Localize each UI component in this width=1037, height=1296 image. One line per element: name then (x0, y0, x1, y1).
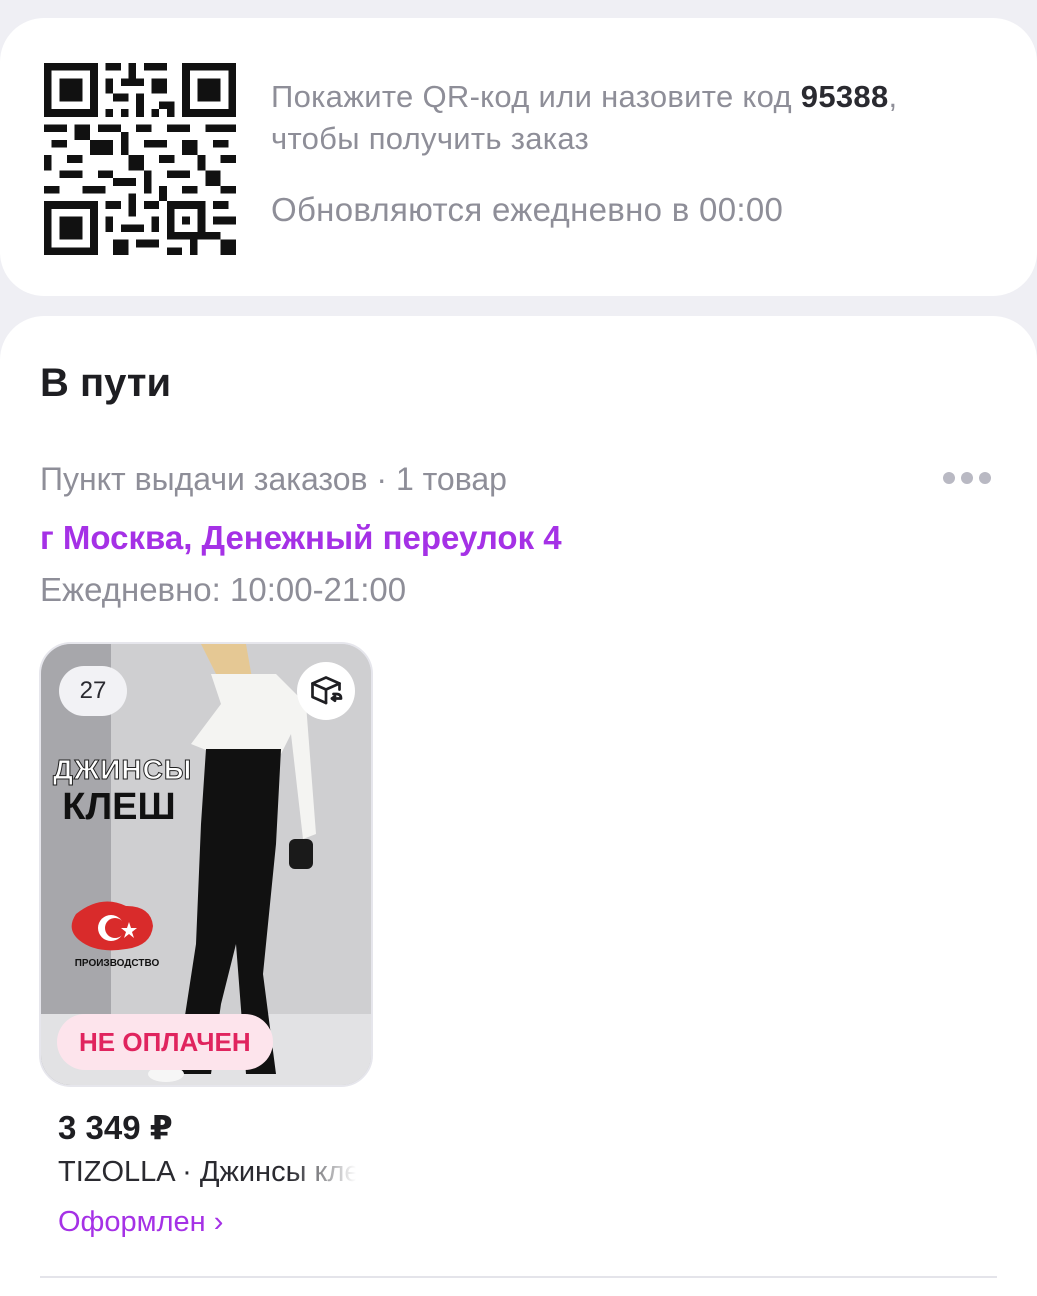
pickup-meta: Пункт выдачи заказов · 1 товар (40, 461, 507, 497)
orders-card: В пути Пункт выдачи заказов · 1 товар г … (0, 316, 1037, 1296)
promo-text-made-in: ПРОИЗВОДСТВО (74, 958, 160, 969)
instruction-prefix: Покажите QR-код или назовите код (271, 79, 801, 114)
payment-status-badge: НЕ ОПЛАЧЕН (57, 1014, 273, 1070)
box-return-icon (311, 676, 343, 705)
pickup-address-link[interactable]: г Москва, Денежный переулок 4 (40, 519, 562, 557)
divider (40, 1276, 997, 1278)
qr-code-image[interactable] (44, 63, 236, 255)
pickup-instruction: Покажите QR-код или назовите код 95388, … (271, 76, 991, 160)
return-button[interactable] (297, 662, 355, 720)
section-title: В пути (40, 361, 172, 405)
more-horizontal-icon (943, 472, 955, 484)
order-status-link[interactable]: Оформлен › (58, 1206, 223, 1239)
item-count-badge: 27 (59, 666, 127, 716)
pickup-code: 95388 (800, 79, 889, 114)
promo-text-flare: КЛЕШ (62, 786, 176, 828)
pickup-hours: Ежедневно: 10:00-21:00 (40, 571, 407, 608)
code-update-note: Обновляются ежедневно в 00:00 (271, 191, 784, 228)
more-options-button[interactable] (943, 466, 997, 490)
product-card[interactable]: ДЖИНСЫ КЛЕШ ПРОИЗВОДСТВО 27 НЕ ОПЛАЧЕН (39, 642, 373, 1087)
qr-code-card: Покажите QR-код или назовите код 95388, … (0, 18, 1037, 296)
product-name[interactable]: TIZOLLA · Джинсы клеш (58, 1156, 356, 1189)
product-price: 3 349 ₽ (58, 1109, 173, 1146)
promo-text-jeans: ДЖИНСЫ (53, 754, 193, 786)
more-horizontal-icon (979, 472, 991, 484)
more-horizontal-icon (961, 472, 973, 484)
